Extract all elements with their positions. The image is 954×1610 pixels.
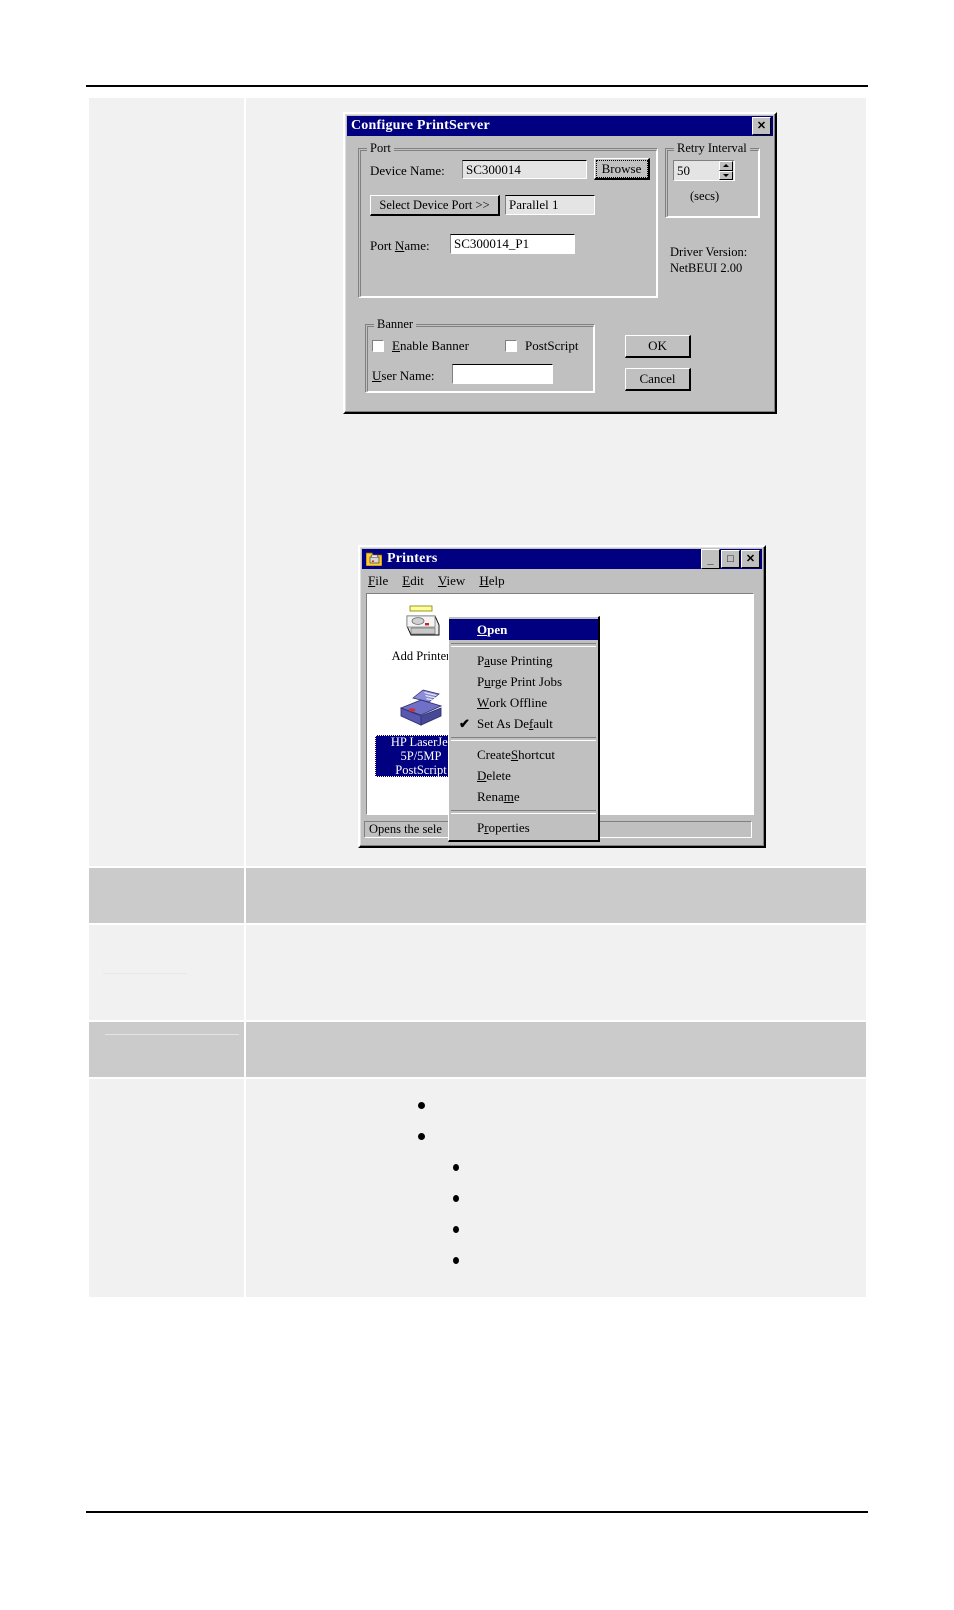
maximize-icon[interactable]: □ [721,550,740,568]
page-header-rule [86,85,868,87]
printers-folder-icon [365,552,383,567]
context-menu-item-properties[interactable]: Pr operties [449,817,598,838]
context-menu-item-purge-print-jobs[interactable]: Pu rge Print Jobs [449,671,598,692]
table-row [89,868,866,923]
port-group-label: Port [367,141,394,156]
bullet-dot [453,1164,459,1171]
menu-edit[interactable]: Edit [402,573,424,589]
bullet-dot [418,1133,425,1140]
list-item [246,1124,866,1155]
dialog-title: Configure PrintServer [351,118,490,133]
table-cell-right [246,868,866,923]
context-menu-item-set-as-default[interactable]: ✔ Set As De f ault [449,713,598,734]
table-cell-right [246,1079,866,1297]
icon-label: Add Printer [391,649,451,663]
minimize-icon[interactable]: _ [701,549,720,569]
context-menu-item-open[interactable]: Open [449,619,598,640]
add-printer-icon [401,604,441,647]
postscript-label: PostScript [525,338,579,353]
browse-button[interactable]: Browse [594,158,650,180]
retry-interval-label: Retry Interval [674,141,750,156]
bullet-dot [418,1102,425,1109]
faint-rule [103,973,187,974]
table-row [89,925,866,1020]
printers-menubar[interactable]: File Edit View Help [362,571,762,590]
driver-version-value: NetBEUI 2.00 [670,261,743,275]
table-cell-left [89,98,244,866]
enable-banner-checkbox[interactable] [372,340,384,352]
printers-window-title: Printers [387,551,438,566]
table-cell-left [89,1079,244,1297]
list-item [246,1155,866,1186]
printer-context-menu[interactable]: Open Pa use Printing Pu rge Print Jobs Wor… [448,616,600,842]
printers-titlebar[interactable]: Printers _ □ ✕ [362,549,762,569]
retry-interval-group: Retry Interval [665,141,760,218]
device-port-field: Parallel 1 [505,195,595,215]
list-item [246,1217,866,1248]
user-name-field[interactable] [452,364,553,384]
driver-version-label: Driver Version: [670,245,748,259]
port-name-field[interactable]: SC300014_P1 [450,234,575,254]
close-icon[interactable]: ✕ [752,117,771,135]
close-icon[interactable]: ✕ [741,550,760,568]
checkmark-icon: ✔ [459,715,470,731]
table-cell-right [246,1022,866,1077]
table-cell-right [246,925,866,1020]
menu-separator [451,810,596,814]
stepper-up-icon[interactable] [719,161,733,171]
banner-group-label: Banner [374,317,417,332]
table-cell-left [89,925,244,1020]
list-item [246,1248,866,1279]
cancel-button[interactable]: Cancel [625,368,691,391]
table-cell-left [89,1022,244,1077]
table-cell-left [89,868,244,923]
menu-separator [451,643,596,647]
enable-banner-label: Enable Banner [392,338,469,353]
ok-button[interactable]: OK [625,335,691,358]
retry-interval-stepper[interactable]: 50 [673,160,735,181]
device-name-label: Device Name: [370,163,445,178]
page-footer-rule [86,1511,868,1513]
stepper-down-icon[interactable] [719,170,733,180]
context-menu-item-pause-printing[interactable]: Pa use Printing [449,650,598,671]
stepper-buttons[interactable] [719,161,733,180]
printer-icon [397,688,445,735]
table-row [89,1079,866,1297]
faint-rule [105,1034,239,1035]
context-menu-item-delete[interactable]: Delete [449,765,598,786]
context-menu-item-work-offline[interactable]: Work Offline [449,692,598,713]
retry-interval-units: (secs) [690,189,720,203]
bullet-dot [453,1195,459,1202]
user-name-label: User Name: [372,368,435,383]
menu-file[interactable]: File [368,573,388,589]
device-name-field[interactable]: SC300014 [462,160,587,179]
postscript-checkbox[interactable] [505,340,517,352]
port-name-label: Port Name: [370,238,430,253]
menu-help[interactable]: Help [479,573,504,589]
context-menu-item-create-shortcut[interactable]: Create Shortcut [449,744,598,765]
dialog-titlebar[interactable]: Configure PrintServer ✕ [347,116,773,136]
menu-separator [451,737,596,741]
context-menu-item-rename[interactable]: Rena m e [449,786,598,807]
list-item [246,1093,866,1124]
select-device-port-button[interactable]: Select Device Port >> [370,195,500,216]
bullet-list [246,1079,866,1297]
bullet-dot [453,1226,459,1233]
menu-view[interactable]: View [438,573,465,589]
bullet-dot [453,1257,459,1264]
configure-printserver-dialog[interactable]: Configure PrintServer ✕ Port Device Name… [343,112,777,414]
table-row [89,1022,866,1077]
list-item [246,1186,866,1217]
retry-interval-value[interactable]: 50 [674,163,719,179]
